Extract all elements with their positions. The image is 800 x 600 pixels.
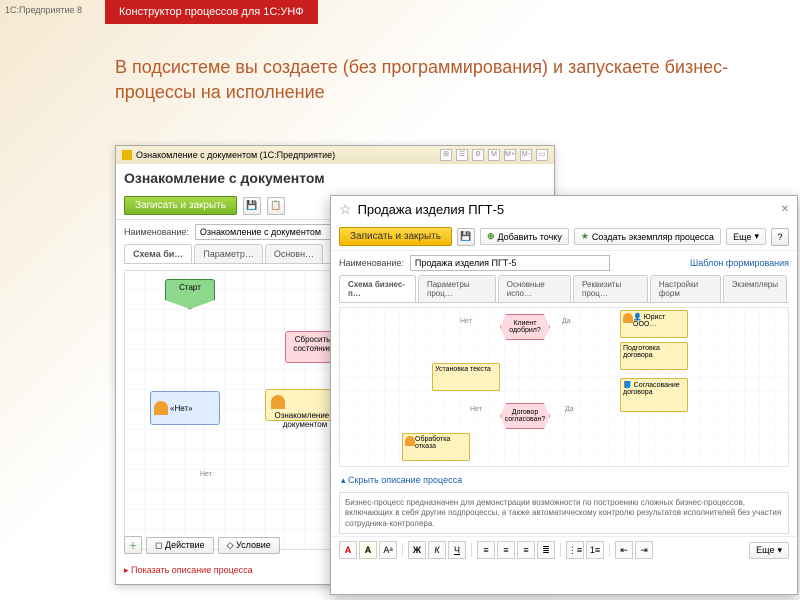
titlebar-tools: ⊞ ☰ ⚙ M M+ M- ▭: [440, 149, 548, 161]
template-link[interactable]: Шаблон формирования: [690, 258, 789, 268]
condition-button[interactable]: ◇ Условие: [218, 537, 280, 554]
label-yes: Да: [565, 406, 574, 413]
node-user[interactable]: «Нет»: [150, 391, 220, 425]
tab-instances[interactable]: Экземпляры: [723, 275, 787, 302]
window-title: Продажа изделия ПГТ-5: [358, 202, 505, 217]
node-contract-ok[interactable]: Договор согласован?: [500, 403, 550, 429]
label-yes: Да: [562, 318, 571, 325]
outdent-button[interactable]: ⇤: [615, 541, 633, 559]
underline-button[interactable]: Ч: [448, 541, 466, 559]
node-start[interactable]: Старт: [165, 279, 215, 309]
rte-more-button[interactable]: Еще ▾: [749, 542, 789, 559]
bold-button[interactable]: Ж: [408, 541, 426, 559]
tab-forms[interactable]: Настройки форм: [650, 275, 721, 302]
node-reject[interactable]: Обработка отказа: [402, 433, 470, 461]
headline: В подсистеме вы создаете (без программир…: [115, 55, 750, 105]
tab-props[interactable]: Реквизиты проц…: [573, 275, 648, 302]
window-header: ☆ Продажа изделия ПГТ-5 ✕: [331, 196, 797, 223]
save-icon[interactable]: 💾: [457, 228, 475, 246]
save-close-button[interactable]: Записать и закрыть: [124, 196, 237, 215]
node-user-label: «Нет»: [170, 404, 193, 413]
tool-icon[interactable]: M+: [504, 149, 516, 161]
person-icon: [405, 436, 415, 446]
label-no: Нет: [200, 471, 212, 478]
tabs: Схема бизнес-п… Параметры проц… Основные…: [339, 275, 789, 303]
add-icon[interactable]: ＋: [124, 536, 142, 554]
node-client-approved[interactable]: Клиент одобрил?: [500, 314, 550, 340]
window-title: Ознакомление с документом (1С:Предприяти…: [136, 150, 335, 160]
tab-params[interactable]: Параметры проц…: [418, 275, 496, 302]
save-close-button[interactable]: Записать и закрыть: [339, 227, 452, 246]
node-review-label: Ознакомление с документом: [275, 411, 336, 429]
tab-params[interactable]: Параметр…: [194, 244, 263, 263]
help-icon[interactable]: ?: [771, 228, 789, 246]
page-title: Ознакомление с документом: [116, 164, 554, 192]
toolbar: Записать и закрыть 💾 ⊕Добавить точку ★Со…: [331, 223, 797, 251]
person-icon: [154, 401, 168, 415]
font-color-button[interactable]: A: [339, 541, 357, 559]
name-label: Наименование:: [339, 258, 404, 268]
align-center-button[interactable]: ≡: [497, 541, 515, 559]
tool-icon[interactable]: ▭: [536, 149, 548, 161]
node-agree[interactable]: 📘 Согласование договора: [620, 378, 688, 412]
app-icon: [122, 150, 132, 160]
bg-color-button[interactable]: A: [359, 541, 377, 559]
italic-button[interactable]: К: [428, 541, 446, 559]
align-justify-button[interactable]: ≣: [537, 541, 555, 559]
align-right-button[interactable]: ≡: [517, 541, 535, 559]
action-button[interactable]: ◻ Действие: [146, 537, 214, 554]
tool-icon[interactable]: ⚙: [472, 149, 484, 161]
indent-button[interactable]: ⇥: [635, 541, 653, 559]
tool-icon[interactable]: ⊞: [440, 149, 452, 161]
save-icon[interactable]: 💾: [243, 197, 261, 215]
font-button[interactable]: Aᵃ: [379, 541, 397, 559]
tab-main[interactable]: Основн…: [265, 244, 323, 263]
window-sale: ☆ Продажа изделия ПГТ-5 ✕ Записать и зак…: [330, 195, 798, 595]
rich-text-toolbar: A A Aᵃ Ж К Ч ≡ ≡ ≡ ≣ ⋮≡ 1≡ ⇤ ⇥ Еще ▾: [331, 536, 797, 563]
name-input[interactable]: [410, 255, 610, 271]
tab-schema[interactable]: Схема би…: [124, 244, 192, 263]
person-icon: [271, 395, 285, 409]
label-no: Нет: [460, 318, 472, 325]
add-point-button[interactable]: ⊕Добавить точку: [480, 228, 569, 245]
list-number-button[interactable]: 1≡: [586, 541, 604, 559]
tool-icon[interactable]: M-: [520, 149, 532, 161]
person-icon: [623, 313, 633, 323]
action-icon[interactable]: 📋: [267, 197, 285, 215]
collapse-description-link[interactable]: ▴ Скрыть описание процесса: [331, 471, 797, 490]
close-icon[interactable]: ✕: [781, 204, 789, 215]
window-titlebar: Ознакомление с документом (1С:Предприяти…: [116, 146, 554, 164]
app-caption: 1С:Предприятие 8: [5, 5, 82, 15]
tool-icon[interactable]: M: [488, 149, 500, 161]
tool-icon[interactable]: ☰: [456, 149, 468, 161]
node-lawyer[interactable]: 👤 Юрист ООО…: [620, 310, 688, 338]
show-description-link[interactable]: ▸ Показать описание процесса: [124, 565, 253, 576]
node-prepare[interactable]: Подготовка договора: [620, 342, 688, 370]
list-bullet-button[interactable]: ⋮≡: [566, 541, 584, 559]
banner: Конструктор процессов для 1С:УНФ: [105, 0, 318, 24]
star-icon[interactable]: ☆: [339, 201, 352, 218]
more-button[interactable]: Еще ▾: [726, 228, 766, 245]
create-instance-button[interactable]: ★Создать экземпляр процесса: [574, 228, 721, 245]
name-row: Наименование: Шаблон формирования: [331, 251, 797, 275]
workflow-canvas[interactable]: Клиент одобрил? Нет Да 👤 Юрист ООО… Подг…: [339, 307, 789, 467]
align-left-button[interactable]: ≡: [477, 541, 495, 559]
description-text[interactable]: Бизнес-процесс предназначен для демонстр…: [339, 492, 789, 534]
tab-executors[interactable]: Основные испо…: [498, 275, 571, 302]
label-no: Нет: [470, 406, 482, 413]
name-label: Наименование:: [124, 227, 189, 237]
node-settext[interactable]: Установка текста: [432, 363, 500, 391]
tab-schema[interactable]: Схема бизнес-п…: [339, 275, 416, 302]
